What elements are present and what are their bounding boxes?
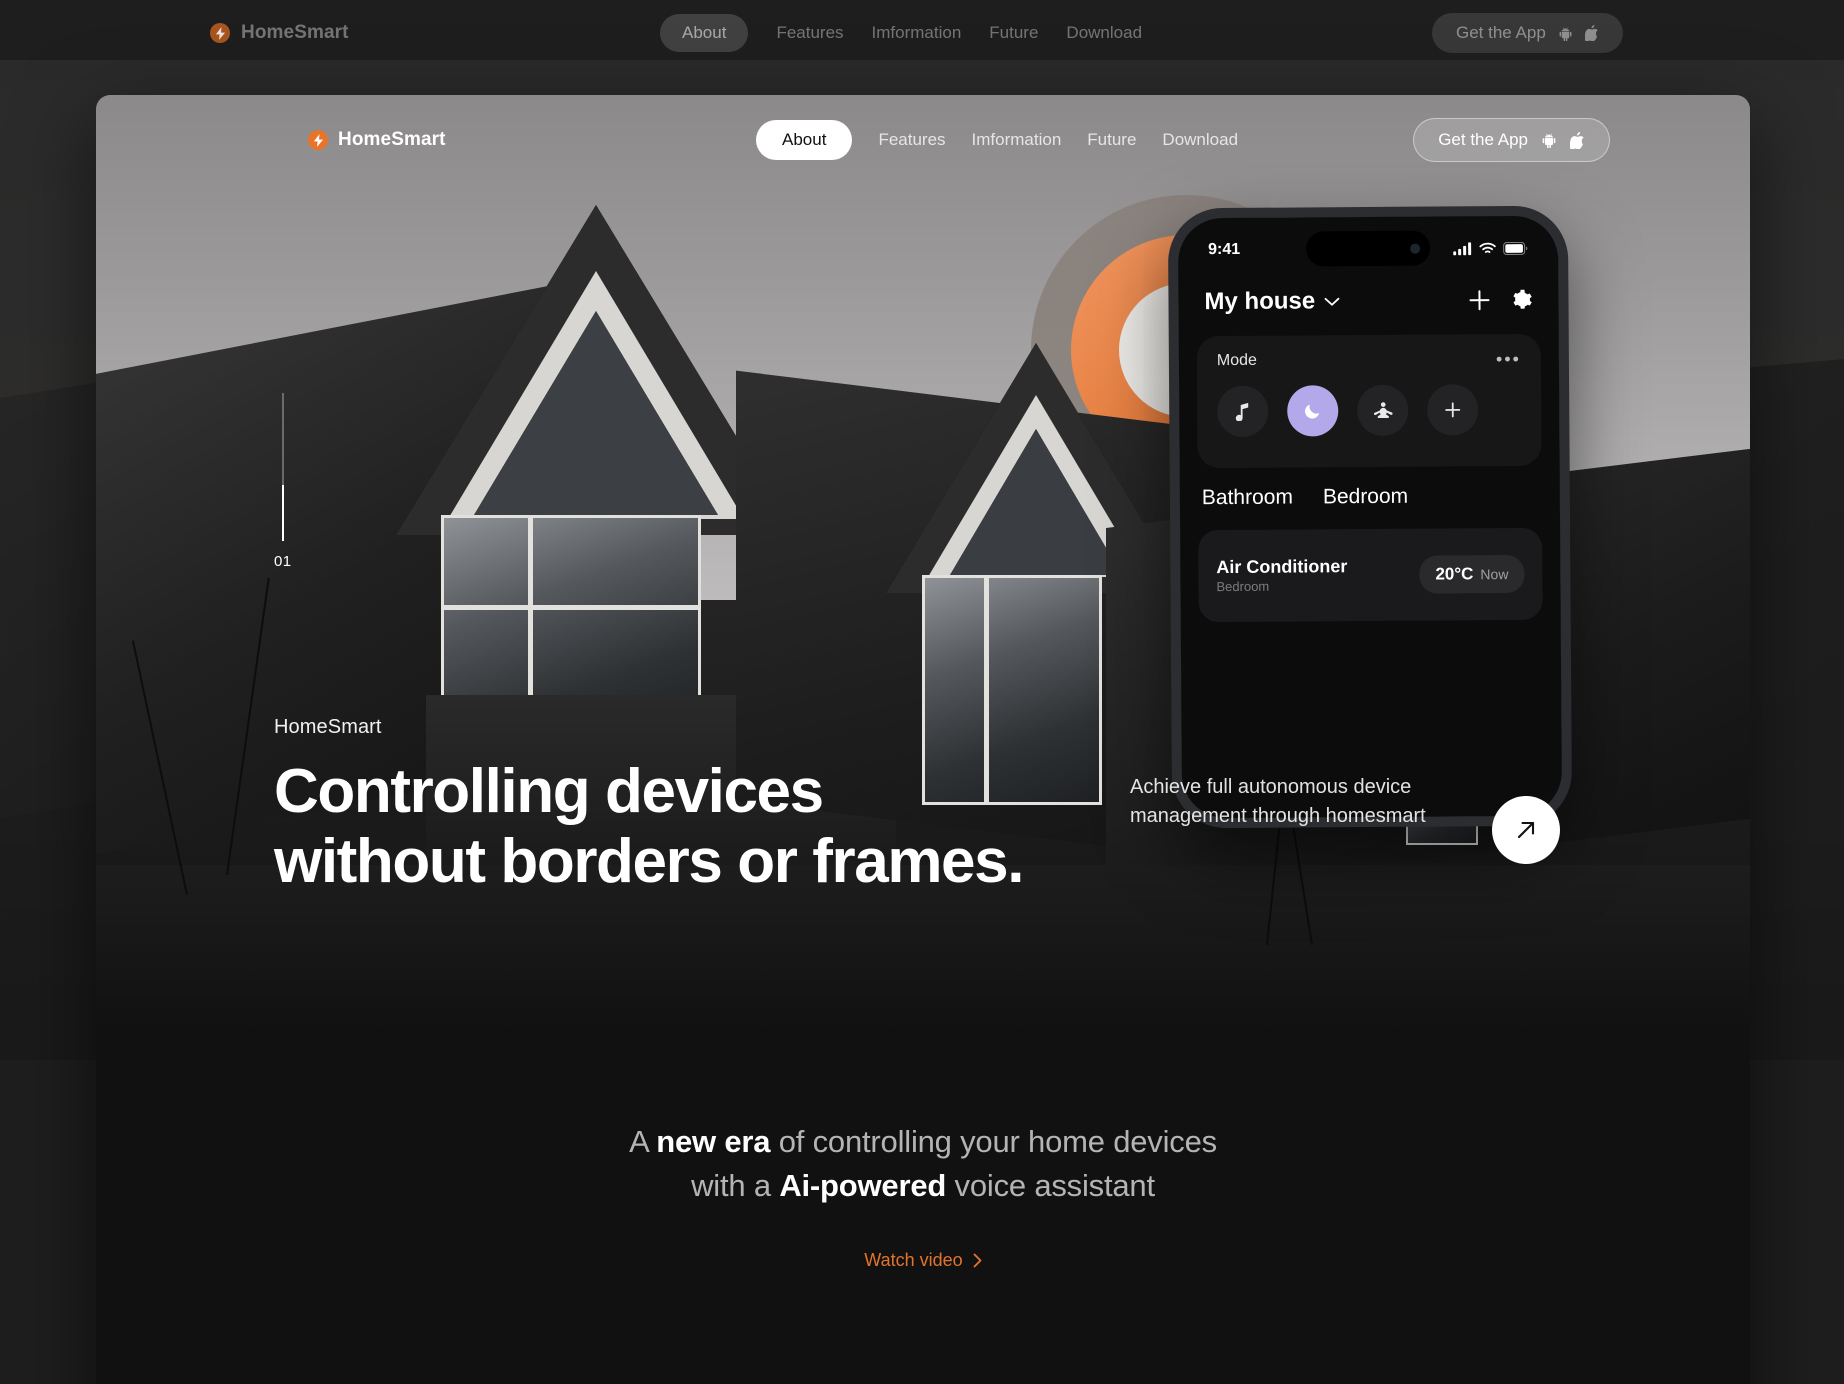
phone-time: 9:41	[1208, 240, 1241, 259]
watch-video-label: Watch video	[864, 1250, 963, 1271]
slide-number: 01	[274, 553, 292, 570]
lower-section: A new era of controlling your home devic…	[96, 1030, 1750, 1384]
logo-label: HomeSmart	[338, 129, 446, 150]
music-note-icon	[1235, 402, 1250, 421]
tagline: A new era of controlling your home devic…	[96, 1030, 1750, 1208]
hero-section: 4	[96, 95, 1750, 1030]
backdrop-nav-item-download[interactable]: Download	[1066, 23, 1142, 43]
backdrop-navbar: HomeSmart About Features Imformation Fut…	[0, 0, 1844, 66]
meditation-icon	[1373, 401, 1393, 419]
main-navbar: HomeSmart About Features Imformation Fut…	[96, 95, 1750, 185]
tagline-bold-new-era: new era	[656, 1124, 771, 1159]
wifi-icon	[1479, 242, 1496, 255]
backdrop-nav-links: About Features Imformation Future Downlo…	[660, 14, 1142, 52]
mode-add-button[interactable]	[1427, 384, 1479, 436]
phone-mockup: 9:41 My house Mode ••• Bathroom Bedroom …	[1167, 205, 1573, 829]
tagline-mid: of controlling your home devices	[770, 1124, 1217, 1159]
get-the-app-button[interactable]: Get the App	[1413, 118, 1610, 162]
arrow-up-right-icon	[1513, 817, 1539, 843]
nav-item-download[interactable]: Download	[1162, 130, 1238, 150]
mode-relax-button[interactable]	[1357, 384, 1409, 437]
hero-title-line-1: Controlling devices	[274, 756, 824, 826]
phone-header: My house	[1178, 278, 1558, 325]
mode-more-icon[interactable]: •••	[1496, 349, 1521, 369]
nav-item-imformation[interactable]: Imformation	[972, 130, 1062, 150]
phone-status-bar: 9:41	[1178, 236, 1558, 263]
tagline-line2-pre: with a	[691, 1168, 780, 1204]
mode-music-button[interactable]	[1217, 385, 1269, 438]
tagline-bold-ai-powered: Ai-powered	[779, 1168, 947, 1204]
house-name-label: My house	[1204, 287, 1316, 316]
moon-icon	[1303, 401, 1322, 420]
hero-eyebrow: HomeSmart	[274, 715, 382, 738]
hero-copy: HomeSmart Controlling devices without bo…	[274, 715, 1024, 898]
house-gable-second-glassmask	[950, 429, 1122, 575]
temperature-state: Now	[1480, 566, 1509, 583]
chevron-right-icon	[973, 1253, 982, 1268]
battery-icon	[1503, 241, 1528, 255]
device-name: Air Conditioner	[1216, 555, 1348, 577]
android-icon	[1541, 132, 1557, 148]
chevron-down-icon	[1324, 297, 1340, 306]
mode-title: Mode	[1216, 351, 1257, 370]
backdrop-nav-item-features[interactable]: Features	[776, 23, 843, 43]
watch-video-button[interactable]: Watch video	[96, 1250, 1750, 1271]
mode-buttons	[1217, 384, 1521, 438]
backdrop-nav-item-imformation[interactable]: Imformation	[872, 23, 962, 43]
temperature-value: 20°C	[1435, 564, 1474, 584]
room-tabs: Bathroom Bedroom	[1202, 484, 1542, 510]
nav-item-about[interactable]: About	[756, 120, 853, 160]
mode-card: Mode •••	[1196, 333, 1542, 469]
gear-icon[interactable]	[1510, 289, 1532, 311]
backdrop-nav-item-about[interactable]: About	[660, 14, 749, 52]
bolt-logo-icon	[308, 130, 328, 150]
temperature-chip[interactable]: 20°C Now	[1419, 554, 1525, 594]
hero-title: Controlling devices without borders or f…	[274, 756, 1024, 898]
add-device-icon[interactable]	[1468, 289, 1490, 311]
apple-icon	[1584, 25, 1599, 41]
hero-title-line-2: without borders or frames.	[274, 827, 1024, 897]
tagline-pre: A	[629, 1124, 657, 1159]
hero-next-button[interactable]	[1492, 796, 1560, 864]
nav-links: About Features Imformation Future Downlo…	[756, 120, 1238, 160]
phone-screen: 9:41 My house Mode ••• Bathroom Bedroom …	[1177, 215, 1563, 819]
backdrop-nav-item-future[interactable]: Future	[989, 23, 1038, 43]
backdrop-logo[interactable]: HomeSmart	[210, 22, 349, 44]
cellular-signal-icon	[1453, 241, 1472, 255]
plus-icon	[1444, 401, 1461, 418]
overlay-card: 4	[96, 95, 1750, 1384]
room-tab-bathroom[interactable]: Bathroom	[1202, 486, 1293, 511]
hero-subtitle: Achieve full autonomous device managemen…	[1130, 776, 1426, 827]
slide-progress-bar	[281, 393, 284, 541]
device-card-air-conditioner[interactable]: Air Conditioner Bedroom 20°C Now	[1198, 527, 1543, 623]
mode-night-button[interactable]	[1287, 385, 1339, 437]
logo[interactable]: HomeSmart	[308, 129, 446, 151]
nav-item-future[interactable]: Future	[1087, 130, 1136, 150]
nav-item-features[interactable]: Features	[878, 130, 945, 150]
tagline-line2-post: voice assistant	[946, 1168, 1156, 1204]
slide-indicator: 01	[274, 393, 292, 570]
device-room: Bedroom	[1216, 578, 1270, 594]
house-gable-main-glassmask	[474, 311, 718, 515]
apple-icon	[1570, 131, 1585, 149]
backdrop-get-the-app-button[interactable]: Get the App	[1432, 13, 1623, 53]
room-tab-bedroom[interactable]: Bedroom	[1323, 485, 1408, 510]
house-selector[interactable]: My house	[1204, 287, 1340, 316]
get-the-app-label: Get the App	[1438, 130, 1528, 149]
backdrop-logo-label: HomeSmart	[241, 22, 349, 43]
house-mullion-h1	[441, 605, 701, 610]
android-icon	[1558, 26, 1573, 41]
backdrop-cta-label: Get the App	[1456, 23, 1546, 42]
bolt-logo-icon	[210, 23, 230, 43]
